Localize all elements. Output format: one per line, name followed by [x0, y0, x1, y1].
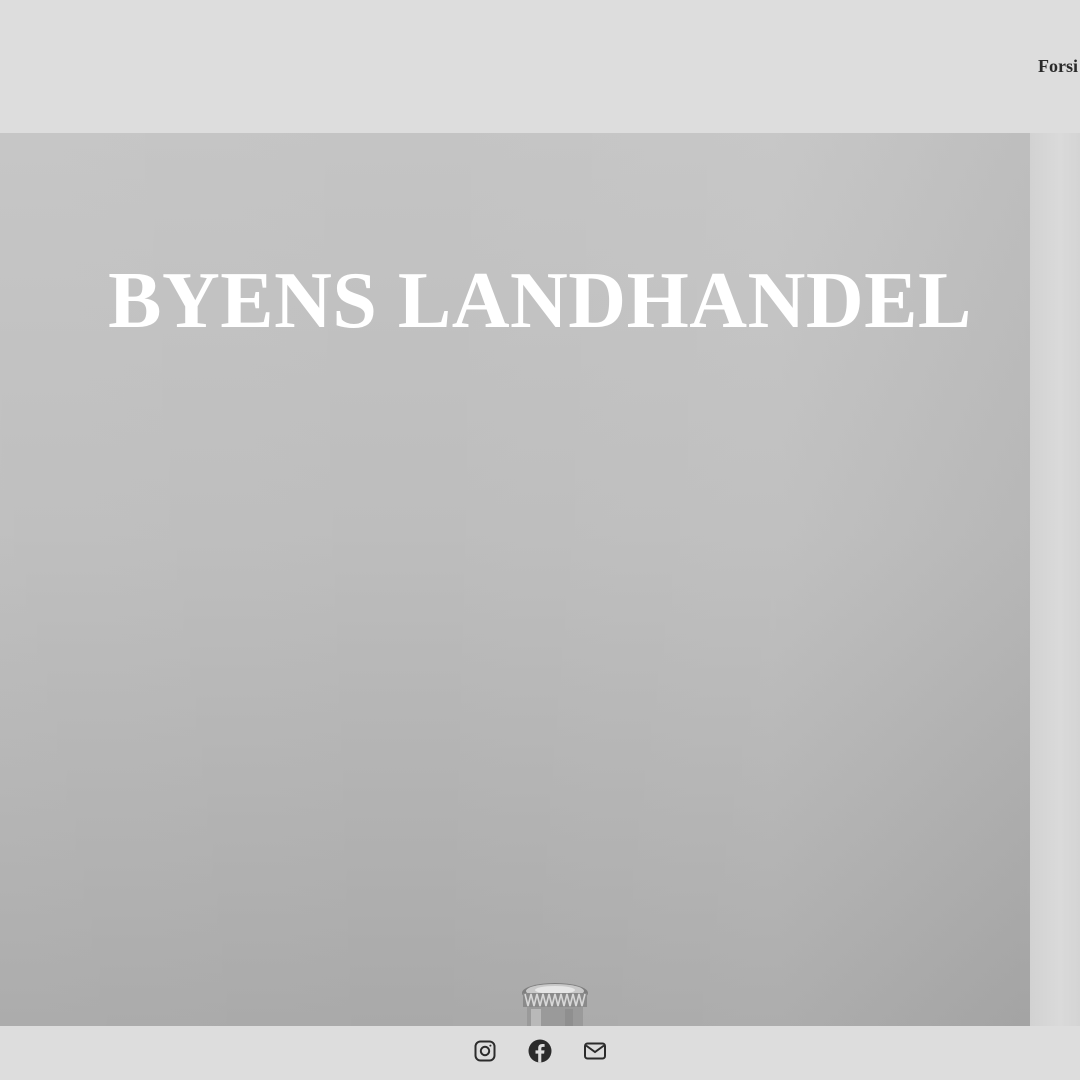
email-link[interactable]	[583, 1038, 608, 1063]
site-header: Forsi	[0, 0, 1080, 133]
hero-title: BYENS LANDHANDEL	[108, 257, 972, 345]
page: Forsi BYENS LANDHANDEL	[0, 0, 1080, 1080]
social-links	[0, 1038, 1080, 1063]
facebook-link[interactable]	[528, 1038, 553, 1063]
nav-link-forside[interactable]: Forsi	[1038, 56, 1078, 77]
mail-icon	[584, 1042, 606, 1059]
site-footer	[0, 1026, 1080, 1080]
instagram-icon	[474, 1040, 496, 1061]
hero-section: BYENS LANDHANDEL	[0, 133, 1080, 1026]
bottle-cap-image	[522, 983, 588, 1026]
instagram-link[interactable]	[473, 1038, 498, 1063]
facebook-icon	[528, 1039, 552, 1062]
